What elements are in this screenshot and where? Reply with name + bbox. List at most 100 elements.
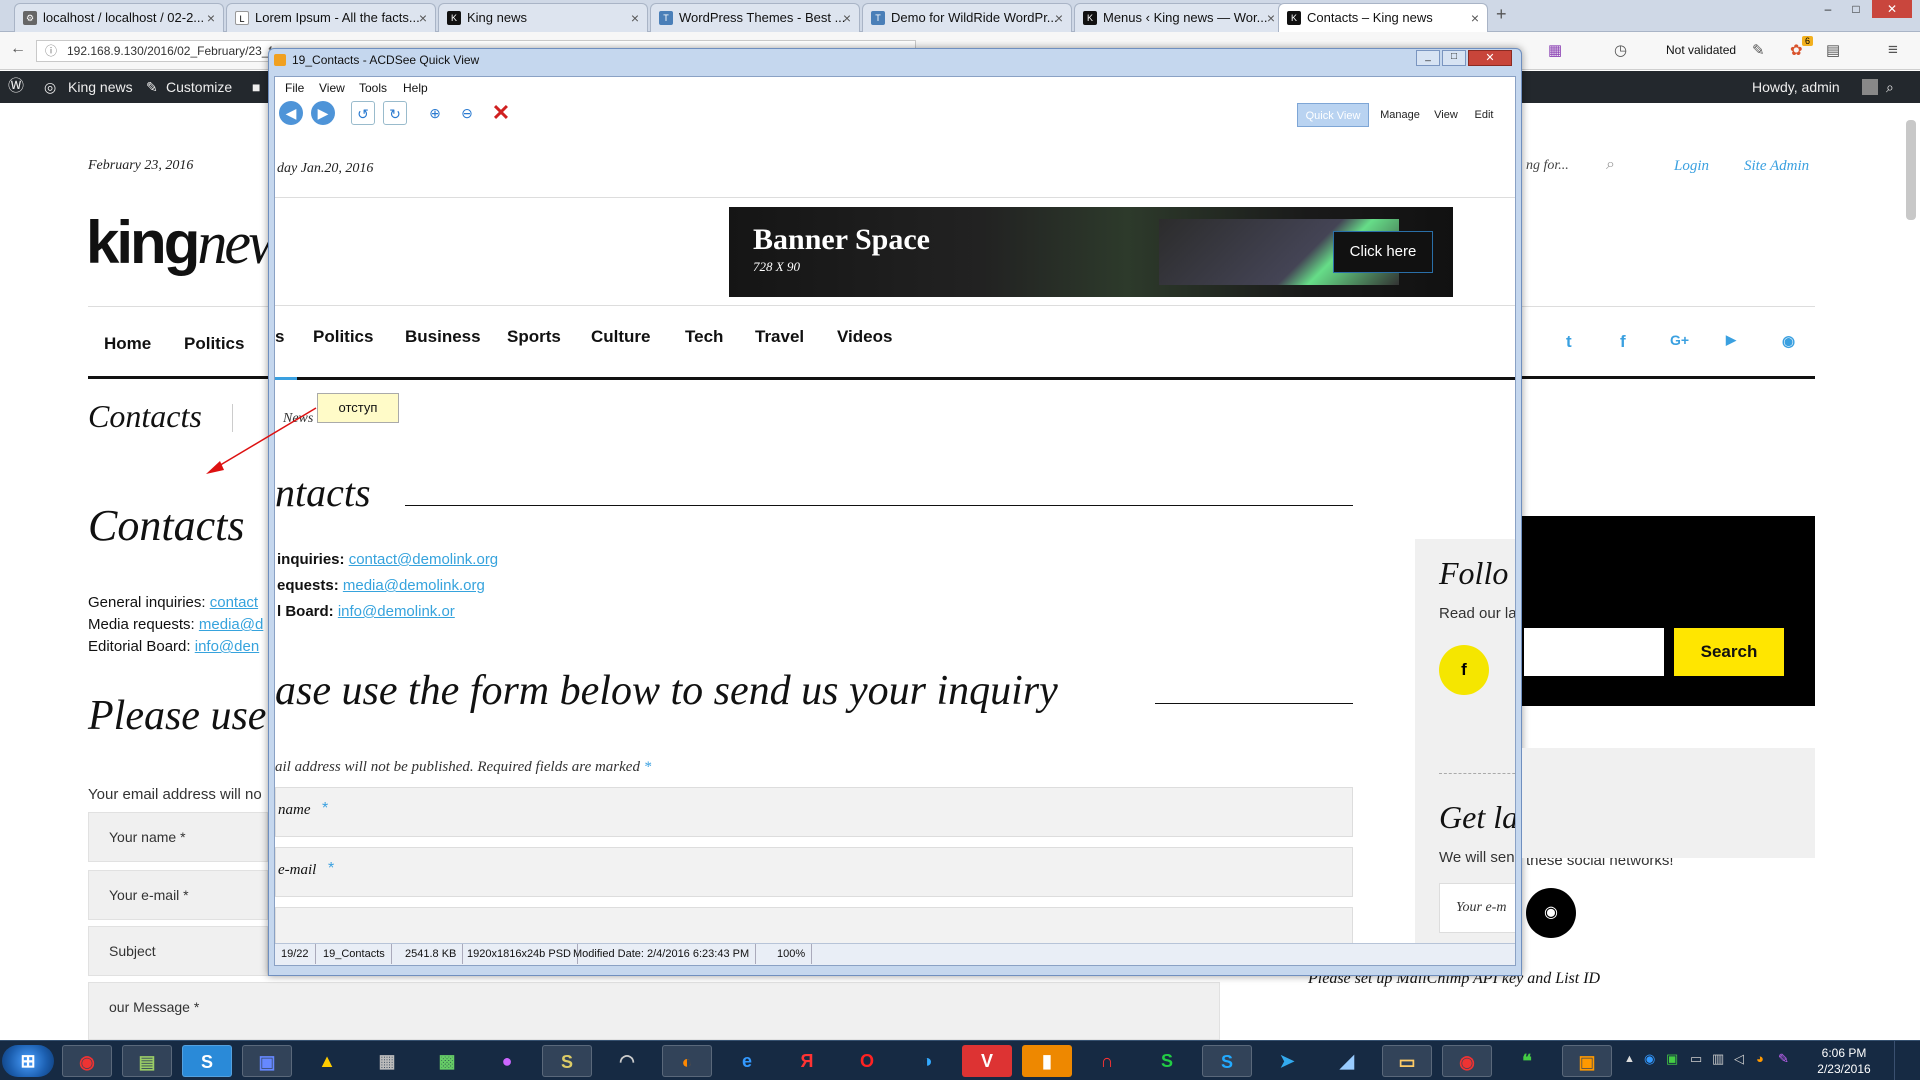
tab-lipsum[interactable]: L Lorem Ipsum - All the facts... × <box>226 3 436 32</box>
tray-icon[interactable]: ✎ <box>1778 1051 1789 1067</box>
search-field[interactable]: ng for... <box>1526 158 1569 174</box>
start-icon[interactable]: ⊞ <box>2 1045 54 1077</box>
nav-videos[interactable]: Videos <box>837 327 892 347</box>
zoom-in-icon[interactable]: ⊕ <box>423 101 447 125</box>
close-icon[interactable]: × <box>631 4 639 32</box>
delete-icon[interactable]: ✕ <box>489 101 513 125</box>
email-field[interactable]: Your e-mail * <box>88 870 268 920</box>
email-link[interactable]: contact@demolink.org <box>349 551 498 568</box>
maximize-icon[interactable]: □ <box>1844 0 1868 18</box>
tab-contacts[interactable]: K Contacts – King news × <box>1278 3 1488 32</box>
clock[interactable]: 6:06 PM 2/23/2016 <box>1806 1045 1882 1077</box>
sublime-icon[interactable]: S <box>542 1045 592 1077</box>
rotate-right-icon[interactable]: ↻ <box>383 101 407 125</box>
tray-arrow-icon[interactable]: ▲ <box>1624 1053 1635 1065</box>
nav-politics[interactable]: Politics <box>313 327 373 347</box>
mode-quick-view[interactable]: Quick View <box>1297 103 1369 127</box>
search-input[interactable] <box>1524 628 1664 676</box>
hangouts-icon[interactable]: ❝ <box>1502 1045 1552 1077</box>
menu-tools[interactable]: Tools <box>359 81 387 95</box>
rss-icon[interactable]: ◉ <box>1782 332 1795 350</box>
youtube-icon[interactable]: ▶ <box>1726 332 1736 348</box>
back-icon[interactable]: ← <box>10 40 26 58</box>
banner[interactable]: Banner Space 728 X 90 Click here <box>729 207 1453 297</box>
firefox-icon[interactable]: ◐ <box>662 1045 712 1077</box>
note-icon[interactable]: ✎ <box>1752 41 1765 59</box>
save-icon[interactable]: ▣ <box>242 1045 292 1077</box>
subject-field[interactable]: Subject <box>88 926 268 976</box>
banner-button[interactable]: Click here <box>1333 231 1433 273</box>
tab-wildride[interactable]: T Demo for WildRide WordPr... × <box>862 3 1072 32</box>
tab-wp-themes[interactable]: T WordPress Themes - Best ... × <box>650 3 860 32</box>
nav-home[interactable]: Home <box>104 334 151 354</box>
close-icon[interactable]: × <box>419 4 427 32</box>
telegram-icon[interactable]: ➤ <box>1262 1045 1312 1077</box>
subject-field[interactable] <box>275 907 1353 943</box>
site-admin-link[interactable]: Site Admin <box>1744 158 1809 175</box>
search-icon[interactable]: ⌕ <box>1886 71 1894 103</box>
twitter-icon[interactable]: t <box>1566 332 1572 352</box>
nav-item[interactable]: s <box>275 327 284 347</box>
menu-view[interactable]: View <box>319 81 345 95</box>
email-field[interactable]: e-mail * <box>275 847 1353 897</box>
tray-icon[interactable]: ◉ <box>1644 1051 1655 1067</box>
wordpress-icon[interactable]: Ⓦ <box>8 71 24 103</box>
ie-icon[interactable]: e <box>722 1045 772 1077</box>
email-link[interactable]: contact <box>210 594 258 611</box>
acrobat-icon[interactable]: ∩ <box>1082 1045 1132 1077</box>
menu-help[interactable]: Help <box>403 81 428 95</box>
comment-icon[interactable]: ■ <box>252 71 260 103</box>
tab-menus[interactable]: K Menus ‹ King news — Wor... × <box>1074 3 1284 32</box>
nav-sports[interactable]: Sports <box>507 327 561 347</box>
nav-travel[interactable]: Travel <box>755 327 804 347</box>
nav-politics[interactable]: Politics <box>184 334 244 354</box>
minimize-icon[interactable]: – <box>1816 0 1840 18</box>
name-field[interactable]: Your name * <box>88 812 268 862</box>
warning-icon[interactable]: ▲ <box>302 1045 352 1077</box>
puzzle-icon[interactable]: ✿ <box>1790 41 1803 59</box>
google-plus-icon[interactable]: G+ <box>1670 332 1689 348</box>
s-green-icon[interactable]: S <box>1142 1045 1192 1077</box>
wp-greeting[interactable]: Howdy, admin <box>1752 71 1840 103</box>
volume-icon[interactable]: ◁ <box>1734 1051 1744 1067</box>
explorer-icon[interactable]: ▭ <box>1382 1045 1432 1077</box>
app-icon[interactable]: ▮ <box>1022 1045 1072 1077</box>
opera-icon[interactable]: O <box>842 1045 892 1077</box>
skype-business-icon[interactable]: S <box>182 1045 232 1077</box>
image-viewport[interactable]: day Jan.20, 2016 Banner Space 728 X 90 C… <box>275 129 1515 943</box>
nav-culture[interactable]: Culture <box>591 327 651 347</box>
rotate-left-icon[interactable]: ↺ <box>351 101 375 125</box>
calculator-icon[interactable]: ▦ <box>362 1045 412 1077</box>
show-desktop-button[interactable] <box>1894 1041 1920 1080</box>
apps-icon[interactable]: ▦ <box>1548 41 1562 59</box>
tab-king-news[interactable]: K King news × <box>438 3 648 32</box>
name-field[interactable]: name * <box>275 787 1353 837</box>
tray-icon[interactable]: ▣ <box>1666 1051 1678 1067</box>
previous-icon[interactable]: ◀ <box>279 101 303 125</box>
minimize-icon[interactable]: _ <box>1416 50 1440 66</box>
zoom-out-icon[interactable]: ⊖ <box>455 101 479 125</box>
email-link[interactable]: media@demolink.org <box>343 577 485 594</box>
acdsee-taskbar-icon[interactable]: ▣ <box>1562 1045 1612 1077</box>
facebook-icon[interactable]: f <box>1439 645 1489 695</box>
vivaldi-icon[interactable]: V <box>962 1045 1012 1077</box>
message-field[interactable]: our Message * <box>88 982 1220 1040</box>
menu-file[interactable]: File <box>285 81 304 95</box>
next-icon[interactable]: ▶ <box>311 101 335 125</box>
rss-icon[interactable]: ◉ <box>1526 888 1576 938</box>
tab-phpmyadmin[interactable]: ⚙ localhost / localhost / 02-2... × <box>14 3 224 32</box>
close-icon[interactable]: × <box>843 4 851 32</box>
nav-tech[interactable]: Tech <box>685 327 723 347</box>
close-icon[interactable]: × <box>1267 4 1275 32</box>
close-icon[interactable]: × <box>207 4 215 32</box>
history-icon[interactable]: ◷ <box>1614 41 1627 59</box>
mode-manage[interactable]: Manage <box>1375 103 1425 127</box>
mode-edit[interactable]: Edit <box>1469 103 1499 127</box>
nav-business[interactable]: Business <box>405 327 481 347</box>
close-icon[interactable]: × <box>1471 4 1479 32</box>
mode-view[interactable]: View <box>1429 103 1463 127</box>
fh-icon[interactable]: ▩ <box>422 1045 472 1077</box>
search-icon[interactable]: ⌕ <box>1606 156 1615 174</box>
close-window-icon[interactable]: ✕ <box>1468 50 1512 66</box>
clipboard-icon[interactable]: ▤ <box>1826 41 1840 59</box>
